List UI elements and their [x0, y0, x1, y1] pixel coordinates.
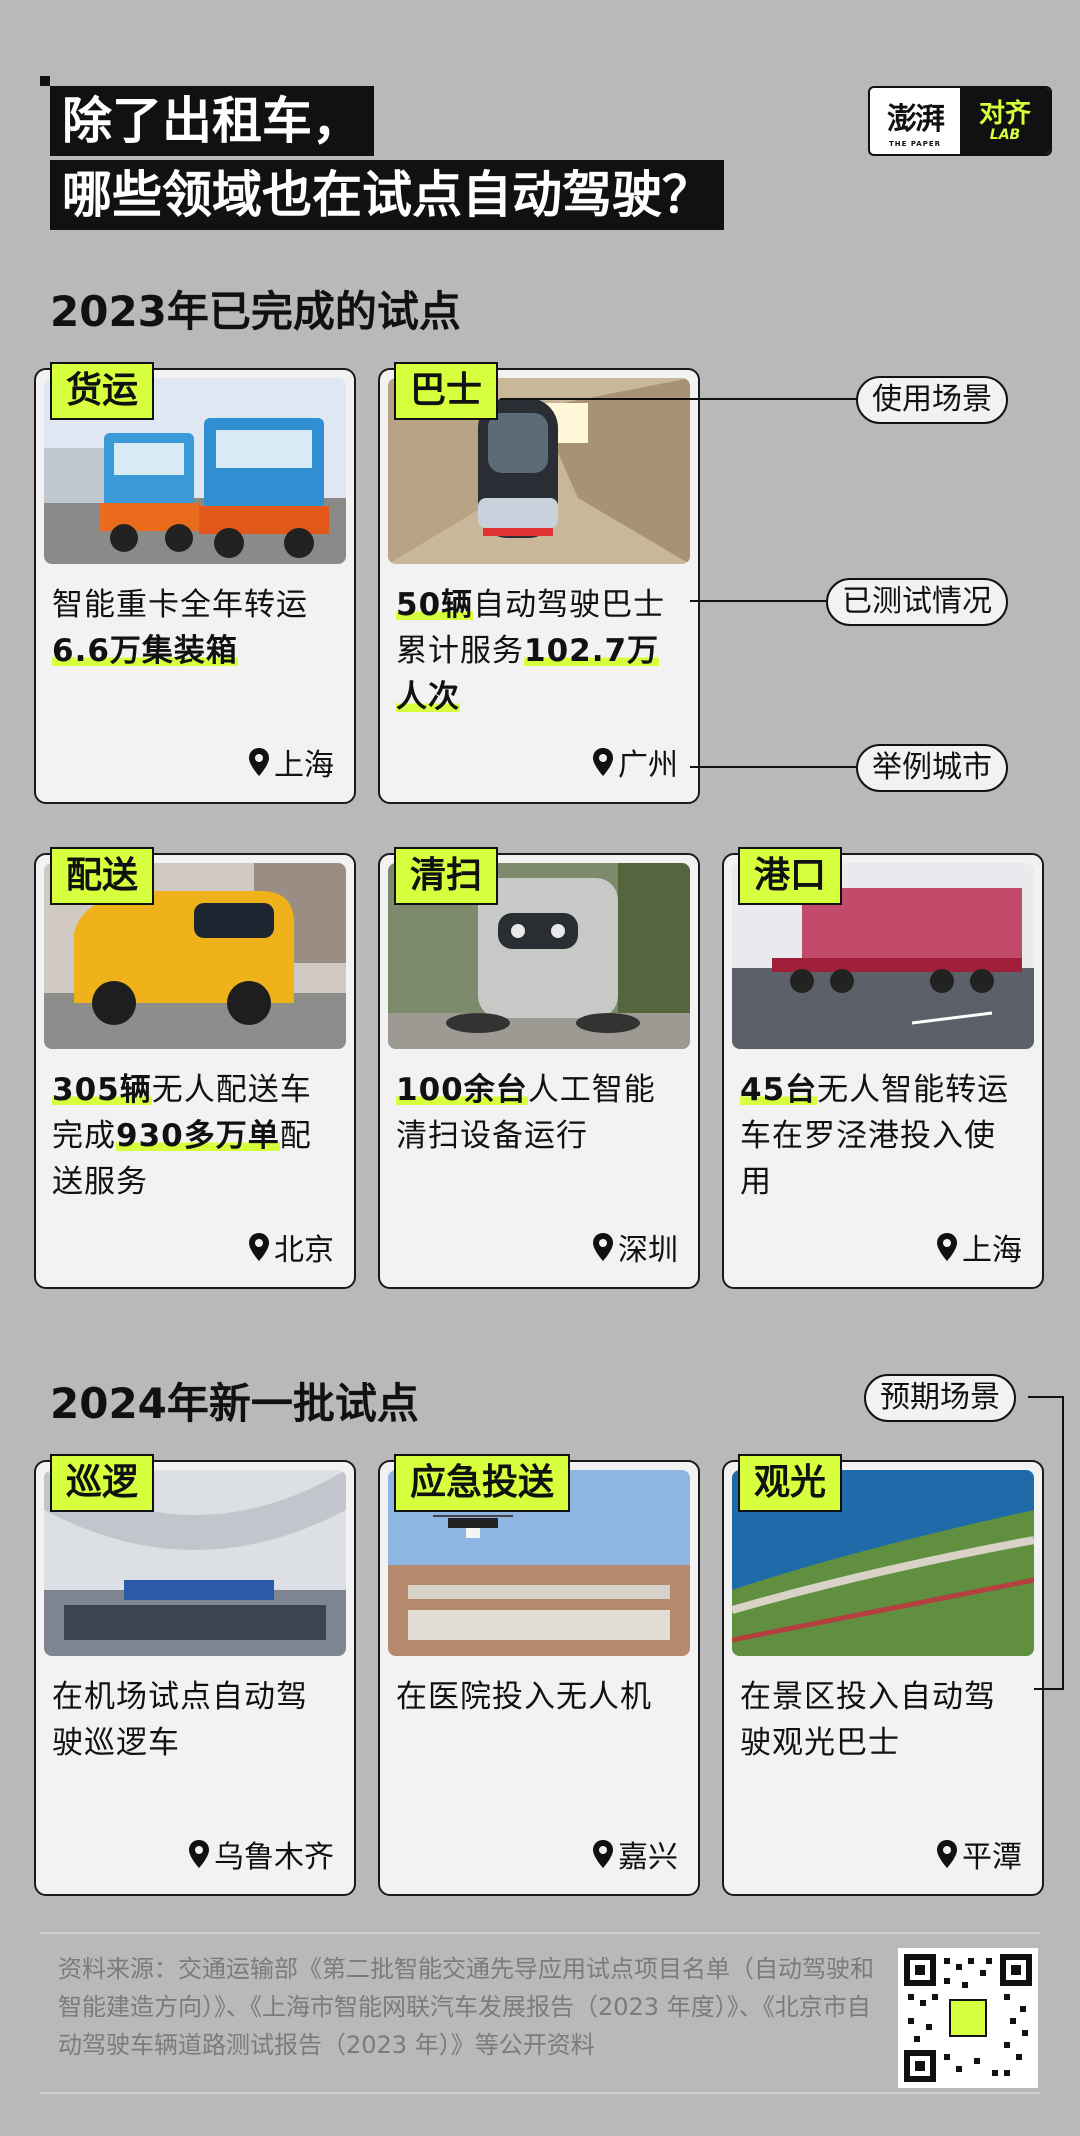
city-name: 广州 [618, 748, 678, 783]
qr-code-icon [904, 1954, 1032, 2082]
qr-code[interactable] [898, 1948, 1038, 2088]
city-name: 上海 [274, 748, 334, 783]
location-pin-icon [248, 1232, 270, 1262]
card-description: 100余台人工智能清扫设备运行 [396, 1072, 656, 1154]
location-pin-icon [592, 1839, 614, 1869]
city-name: 北京 [274, 1233, 334, 1268]
card-tag: 巡逻 [50, 1454, 155, 1512]
page-title-line-2: 哪些领域也在试点自动驾驶？ [50, 160, 724, 230]
pilot-card-patrol: 巡逻 在机场试点自动驾驶巡逻车 乌鲁木齐 [34, 1454, 356, 1896]
card-city: 广州 [592, 740, 678, 784]
title-corner-mark [40, 76, 50, 86]
page-title-line-1: 除了出租车， [50, 86, 374, 156]
paper-logo-sub: THE PAPER [888, 140, 942, 148]
location-pin-icon [188, 1839, 210, 1869]
city-name: 乌鲁木齐 [214, 1840, 334, 1875]
location-pin-icon [936, 1839, 958, 1869]
card-city: 平潭 [936, 1832, 1022, 1876]
city-name: 深圳 [618, 1233, 678, 1268]
city-name: 上海 [962, 1233, 1022, 1268]
section-title-2023: 2023年已完成的试点 [50, 287, 461, 336]
card-city: 乌鲁木齐 [188, 1832, 334, 1876]
card-description: 45台无人智能转运车在罗泾港投入使用 [740, 1072, 1010, 1200]
connector-line-scene [500, 398, 858, 400]
lab-logo: 对齐 LAB [960, 88, 1050, 154]
connector-line-expected-top [1028, 1396, 1064, 1398]
card-description: 在医院投入无人机 [396, 1679, 652, 1715]
lab-logo-text: 对齐 [978, 99, 1031, 129]
card-tag: 港口 [738, 847, 843, 905]
card-description: 在机场试点自动驾驶巡逻车 [52, 1679, 308, 1761]
pilot-card-emergency-delivery: 应急投送 在医院投入无人机 嘉兴 [378, 1454, 700, 1896]
paper-logo: 澎湃 THE PAPER [870, 88, 960, 154]
footer-divider-top [40, 1932, 1040, 1934]
card-tag: 巴士 [394, 362, 499, 420]
data-source-note: 资料来源：交通运输部《第二批智能交通先导应用试点项目名单（自动驾驶和智能建造方向… [58, 1955, 874, 2059]
card-tag: 货运 [50, 362, 155, 420]
city-name: 平潭 [962, 1840, 1022, 1875]
card-description: 305辆无人配送车完成930多万单配送服务 [52, 1072, 312, 1200]
pilot-card-cleaning: 清扫 100余台人工智能清扫设备运行 深圳 [378, 847, 700, 1289]
location-pin-icon [592, 1232, 614, 1262]
pilot-card-bus: 巴士 50辆自动驾驶巴士累计服务102.7万人次 广州 [378, 362, 700, 804]
brand-logo: 澎湃 THE PAPER 对齐 LAB [868, 86, 1052, 156]
location-pin-icon [592, 747, 614, 777]
footer-divider-bottom [40, 2092, 1040, 2094]
connector-line-city [690, 766, 856, 768]
card-city: 深圳 [592, 1225, 678, 1269]
card-city: 上海 [936, 1225, 1022, 1269]
callout-tested: 已测试情况 [826, 578, 1008, 626]
callout-expected: 预期场景 [864, 1374, 1016, 1422]
paper-logo-text: 澎湃 [887, 102, 945, 137]
card-city: 北京 [248, 1225, 334, 1269]
location-pin-icon [936, 1232, 958, 1262]
card-description: 50辆自动驾驶巴士累计服务102.7万人次 [396, 587, 666, 715]
card-tag: 清扫 [394, 847, 499, 905]
card-description: 智能重卡全年转运6.6万集装箱 [52, 587, 308, 669]
pilot-card-port: 港口 45台无人智能转运车在罗泾港投入使用 上海 [722, 847, 1044, 1289]
section-title-2024: 2024年新一批试点 [50, 1379, 419, 1428]
card-tag: 配送 [50, 847, 155, 905]
callout-city: 举例城市 [856, 744, 1008, 792]
location-pin-icon [248, 747, 270, 777]
city-name: 嘉兴 [618, 1840, 678, 1875]
card-description: 在景区投入自动驾驶观光巴士 [740, 1679, 996, 1761]
connector-line-tested [690, 600, 826, 602]
lab-logo-tag: LAB [989, 127, 1021, 143]
pilot-card-freight: 货运 智能重卡全年转运6.6万集装箱 上海 [34, 362, 356, 804]
pilot-card-sightseeing: 观光 在景区投入自动驾驶观光巴士 平潭 [722, 1454, 1044, 1896]
callout-scene: 使用场景 [856, 376, 1008, 424]
card-city: 上海 [248, 740, 334, 784]
pilot-card-delivery: 配送 305辆无人配送车完成930多万单配送服务 北京 [34, 847, 356, 1289]
card-city: 嘉兴 [592, 1832, 678, 1876]
card-tag: 观光 [738, 1454, 843, 1512]
card-tag: 应急投送 [394, 1454, 571, 1512]
connector-line-expected-bottom [1034, 1688, 1064, 1690]
connector-line-expected-vertical [1062, 1396, 1064, 1690]
